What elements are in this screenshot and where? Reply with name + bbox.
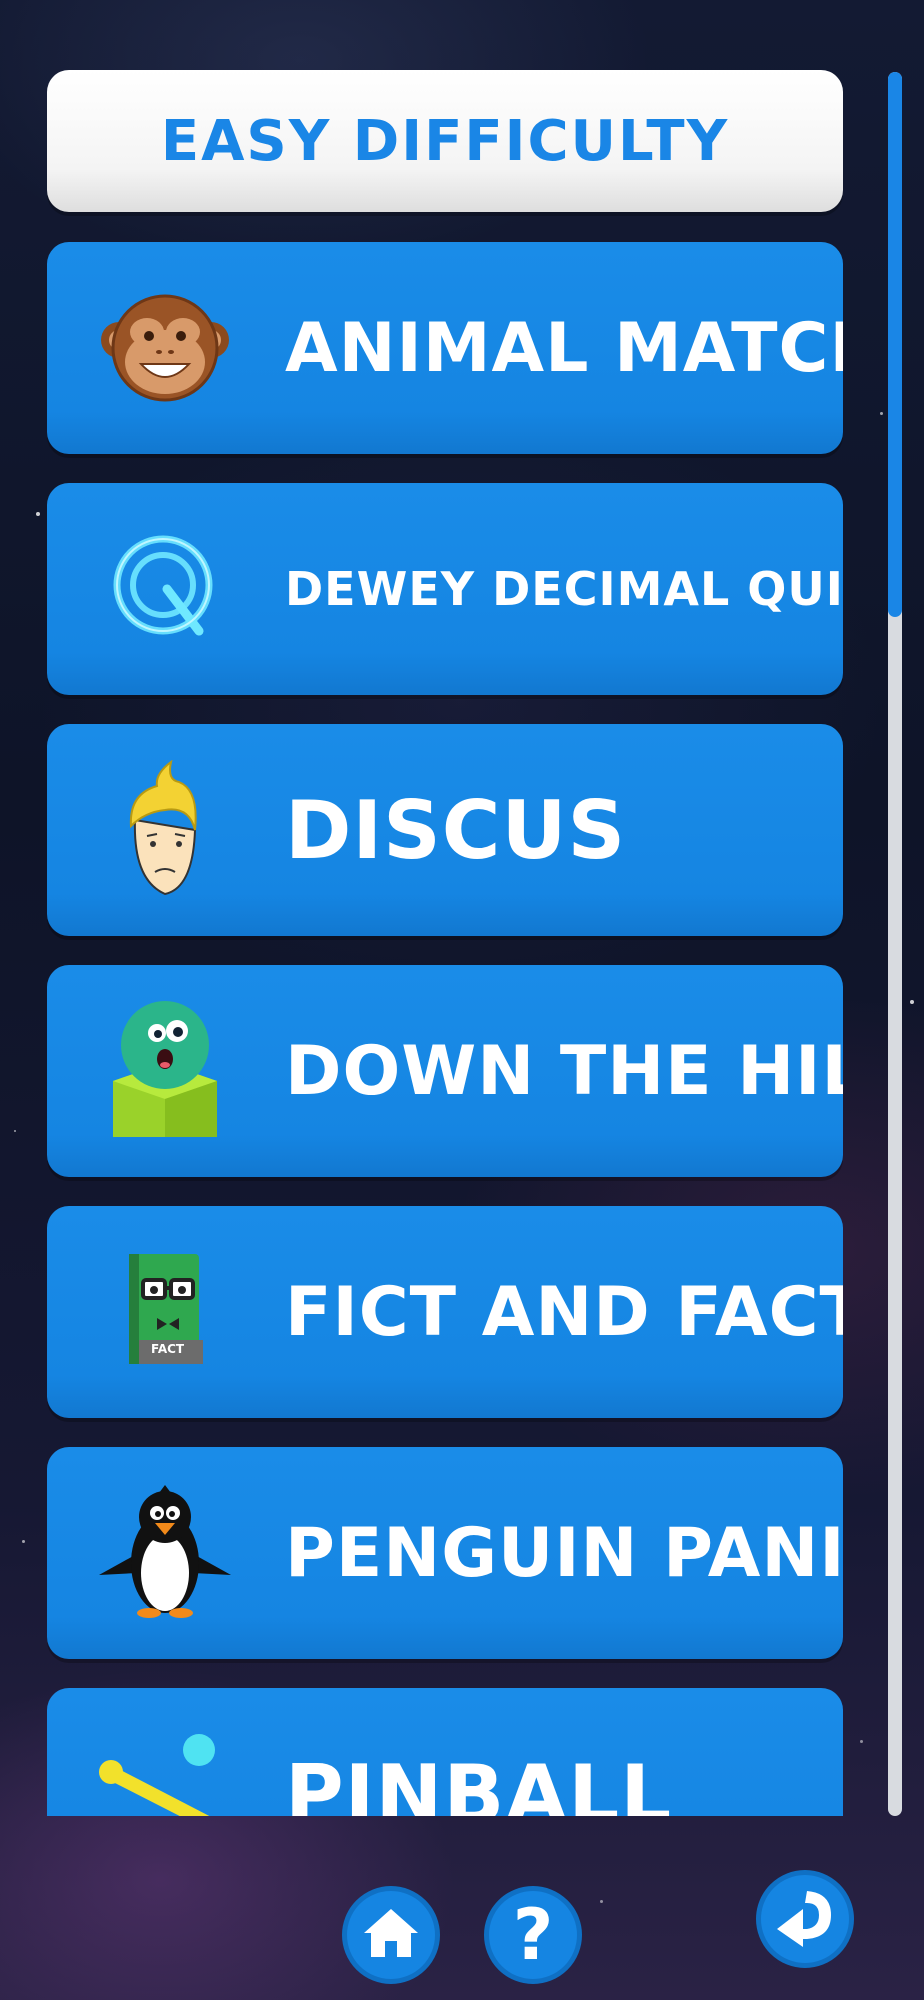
green-ball-block-icon [95, 1001, 235, 1141]
difficulty-title: EASY DIFFICULTY [160, 108, 730, 174]
star [36, 512, 40, 516]
game-button-down-the-hill[interactable]: DOWN THE HILL [47, 965, 843, 1177]
star [860, 1740, 863, 1743]
difficulty-header: EASY DIFFICULTY [47, 70, 843, 212]
home-button[interactable] [342, 1886, 440, 1984]
game-label: DEWEY DECIMAL QUIZ [285, 562, 843, 616]
game-button-pinball[interactable]: PINBALL [47, 1688, 843, 1816]
home-icon [362, 1907, 420, 1963]
star [910, 1000, 914, 1004]
scrollbar-thumb[interactable] [888, 72, 902, 617]
game-label: FICT AND FACT [285, 1272, 843, 1352]
fact-book-text: FACT [151, 1342, 185, 1356]
game-label: DOWN THE HILL [285, 1031, 843, 1111]
star [880, 412, 883, 415]
game-label: PENGUIN PANIC [285, 1513, 843, 1593]
pinball-flipper-icon [95, 1724, 235, 1816]
star [22, 1540, 25, 1543]
fact-book-icon: FACT [95, 1242, 235, 1382]
star [14, 1130, 16, 1132]
help-button[interactable]: ? [484, 1886, 582, 1984]
monkey-icon [95, 278, 235, 418]
star [600, 1900, 603, 1903]
game-button-fict-and-fact[interactable]: FACT FICT AND FACT [47, 1206, 843, 1418]
game-button-penguin-panic[interactable]: PENGUIN PANIC [47, 1447, 843, 1659]
penguin-icon [95, 1483, 235, 1623]
game-label: PINBALL [285, 1747, 673, 1817]
help-icon: ? [512, 1894, 554, 1976]
scrollbar[interactable] [888, 72, 902, 1816]
back-arrow-icon [773, 1885, 837, 1953]
blonde-boy-icon [95, 759, 235, 900]
game-button-dewey-decimal-quiz[interactable]: DEWEY DECIMAL QUIZ [47, 483, 843, 695]
game-list[interactable]: EASY DIFFICULTY ANIMAL MATCH DEWEY DECIM… [47, 70, 843, 1816]
back-button[interactable] [756, 1870, 854, 1968]
game-label: DISCUS [285, 783, 627, 877]
game-label: ANIMAL MATCH [285, 308, 843, 388]
game-button-discus[interactable]: DISCUS [47, 724, 843, 936]
game-button-animal-match[interactable]: ANIMAL MATCH [47, 242, 843, 454]
quiz-q-icon [95, 519, 235, 659]
